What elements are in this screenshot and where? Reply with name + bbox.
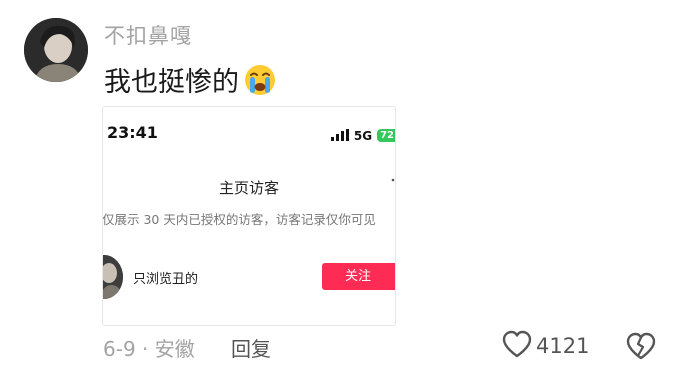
comment-meta: 6-9 · 安徽 <box>103 337 195 361</box>
visitor-avatar <box>103 255 123 299</box>
user-avatar[interactable] <box>24 18 88 82</box>
comment-text: 我也挺惨的 <box>104 60 277 99</box>
embedded-screenshot[interactable]: 23:41 5G 72 主页访客 仅展示 30 天内已授权的访客，访客记录仅你可… <box>102 106 396 326</box>
network-type: 5G <box>353 128 373 143</box>
username[interactable]: 不扣鼻嘎 <box>104 20 192 50</box>
status-bar-right: 5G 72 <box>330 126 395 145</box>
visitor-notice: 仅展示 30 天内已授权的访客，访客记录仅你可见 <box>102 212 376 227</box>
more-icon <box>391 177 395 192</box>
reply-button[interactable]: 回复 <box>231 333 271 362</box>
heart-outline-icon[interactable] <box>502 330 532 362</box>
loudly-crying-face-icon <box>243 63 277 97</box>
comment-text-body: 我也挺惨的 <box>104 67 239 98</box>
battery-level: 72 <box>377 129 395 142</box>
follow-button[interactable]: 关注 <box>322 263 395 290</box>
broken-heart-icon[interactable] <box>625 332 657 360</box>
signal-icon <box>330 126 349 145</box>
visitor-name: 只浏览丑的 <box>133 272 199 287</box>
dislike-button[interactable] <box>625 332 657 364</box>
page-title: 主页访客 <box>218 179 279 197</box>
status-time: 23:41 <box>107 123 158 142</box>
like-button[interactable]: 4121 <box>502 330 589 362</box>
comment-item: 不扣鼻嘎 我也挺惨的 23:41 5G 72 主页访客 仅展示 30 天内已授权… <box>0 0 685 382</box>
like-count: 4121 <box>536 334 590 358</box>
